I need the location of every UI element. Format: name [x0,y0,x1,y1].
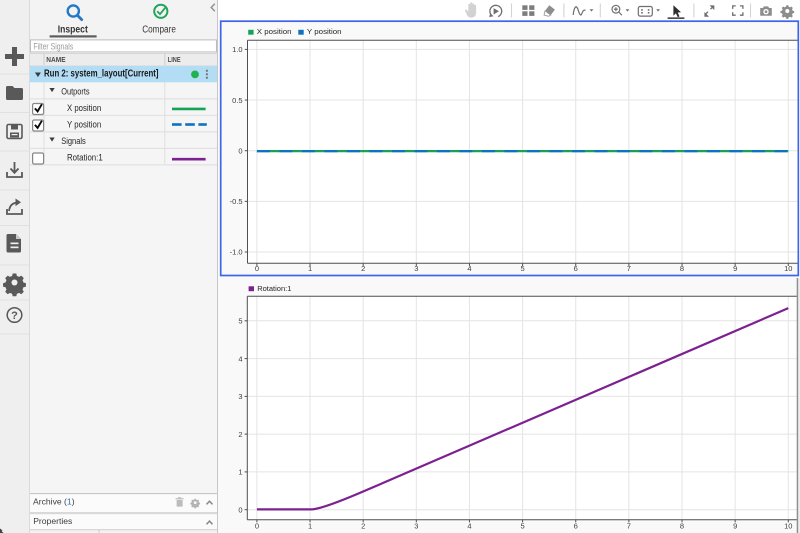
svg-text:0: 0 [238,146,242,155]
svg-text:4: 4 [467,264,471,273]
svg-text:Properties: Properties [33,516,72,526]
svg-text:Outports: Outports [61,86,90,96]
svg-text:Archive (1): Archive (1) [33,497,75,507]
svg-text:9: 9 [733,264,737,273]
svg-text:NAME: NAME [46,55,65,64]
svg-text:Run 2: system_layout[Current]: Run 2: system_layout[Current] [44,68,159,79]
svg-text:Compare: Compare [142,24,176,35]
svg-text:X position: X position [257,27,292,36]
svg-text:1.0: 1.0 [232,45,242,54]
svg-text:Rotation:1: Rotation:1 [67,153,103,163]
svg-text:1: 1 [308,264,312,273]
svg-text:Filter Signals: Filter Signals [33,41,73,51]
svg-text:7: 7 [627,264,631,273]
svg-text:1: 1 [308,522,312,531]
svg-text:Y position: Y position [67,120,101,130]
svg-text:3: 3 [414,264,418,273]
svg-text:2: 2 [361,264,365,273]
svg-text:4: 4 [467,522,471,531]
svg-text:1: 1 [238,468,242,477]
svg-text:3: 3 [238,392,242,401]
svg-text:5: 5 [521,522,525,531]
svg-text:0: 0 [255,264,259,273]
svg-text:6: 6 [574,522,578,531]
svg-text:9: 9 [733,522,737,531]
svg-text:X position: X position [67,103,101,113]
svg-text:Inspect: Inspect [58,24,89,35]
svg-text:3: 3 [414,522,418,531]
svg-text:0: 0 [255,522,259,531]
svg-text:10: 10 [784,522,792,531]
svg-text:-0.5: -0.5 [230,197,243,206]
svg-text:2: 2 [238,430,242,439]
svg-text:LINE: LINE [168,55,181,64]
svg-text:4: 4 [238,354,242,363]
svg-text:Signals: Signals [61,136,86,146]
svg-text:10: 10 [784,264,792,273]
svg-text:8: 8 [680,264,684,273]
svg-text:Y position: Y position [307,27,342,36]
svg-text:2: 2 [361,522,365,531]
svg-text:0.5: 0.5 [232,96,242,105]
svg-text:5: 5 [521,264,525,273]
svg-text:8: 8 [680,522,684,531]
svg-text:0: 0 [238,505,242,514]
svg-text:-1.0: -1.0 [230,248,243,257]
svg-text:?: ? [11,310,18,322]
svg-text:7: 7 [627,522,631,531]
svg-text:6: 6 [574,264,578,273]
svg-text:Rotation:1: Rotation:1 [257,284,291,293]
svg-text:5: 5 [238,317,242,326]
